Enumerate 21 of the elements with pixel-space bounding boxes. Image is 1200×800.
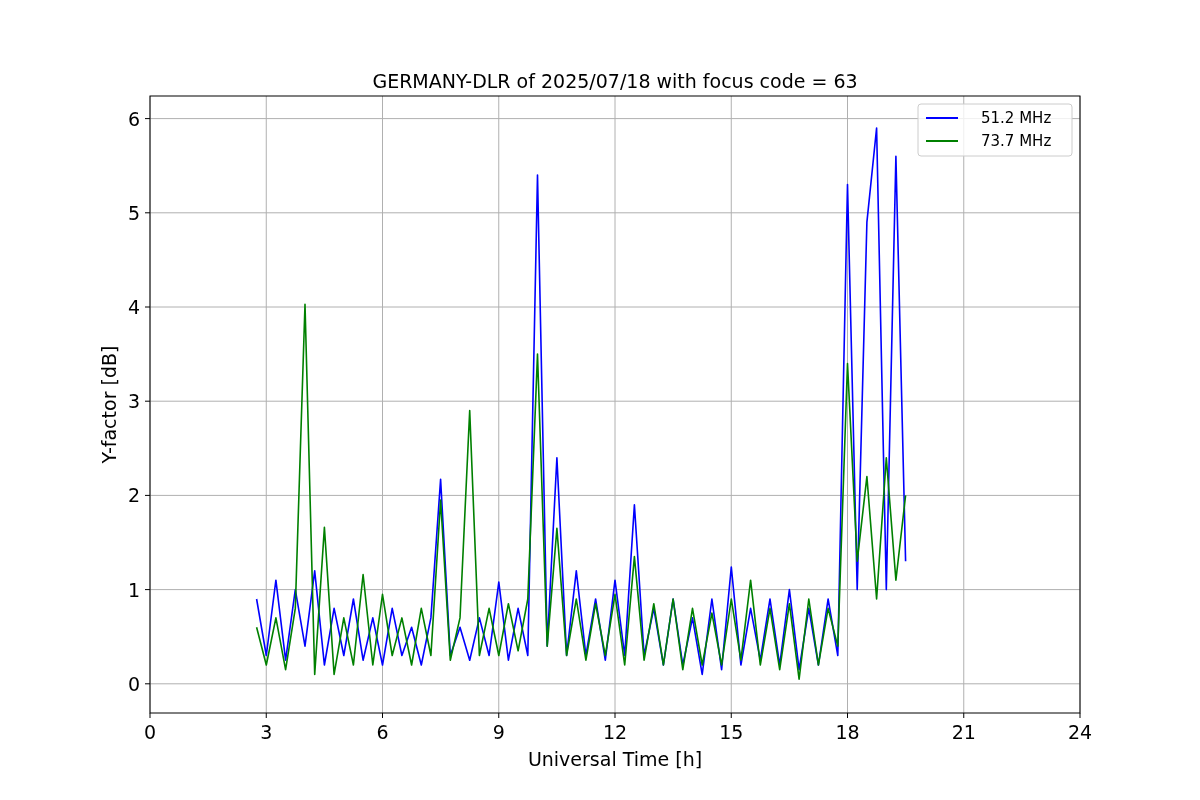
x-tick-label: 24 bbox=[1067, 721, 1093, 743]
x-tick-label: 18 bbox=[835, 721, 860, 743]
y-tick-label: 6 bbox=[127, 107, 140, 130]
x-tick-label: 12 bbox=[602, 721, 628, 743]
x-tick-label: 3 bbox=[260, 721, 273, 743]
x-axis-label: Universal Time [h] bbox=[527, 748, 703, 770]
y-tick-label: 3 bbox=[127, 390, 140, 413]
x-tick-label: 15 bbox=[719, 721, 744, 743]
y-tick-label: 4 bbox=[127, 296, 140, 318]
x-tick-label: 21 bbox=[951, 721, 976, 743]
y-tick-label: 0 bbox=[127, 672, 140, 695]
chart-title: GERMANY-DLR of 2025/07/18 with focus code = 63 bbox=[372, 70, 858, 92]
legend-label: 51.2 MHz bbox=[981, 109, 1052, 127]
y-tick-label: 2 bbox=[127, 484, 140, 507]
x-tick-label: 0 bbox=[143, 721, 157, 743]
y-axis-label: Y-factor [dB] bbox=[98, 345, 120, 464]
legend-label: 73.7 MHz bbox=[981, 132, 1052, 150]
x-tick-label: 6 bbox=[376, 721, 389, 743]
y-tick-label: 1 bbox=[127, 578, 140, 601]
y-tick-label: 5 bbox=[127, 201, 140, 224]
x-tick-label: 9 bbox=[492, 721, 505, 743]
